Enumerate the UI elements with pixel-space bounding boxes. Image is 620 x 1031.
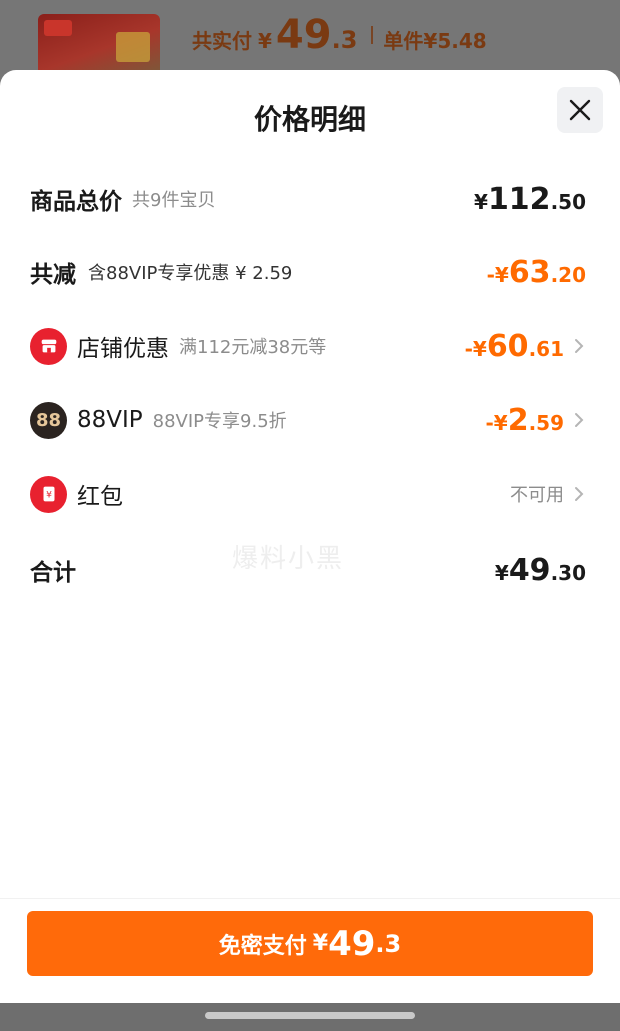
shop-discount-label: 店铺优惠	[77, 336, 169, 362]
footer-divider	[0, 898, 620, 899]
top-price-int: 49	[275, 12, 332, 58]
vip-icon-text: 88	[35, 409, 62, 431]
vip-discount-row[interactable]: 88 88VIP 88VIP专享9.5折 -¥ 2 .59	[30, 398, 586, 442]
close-icon	[569, 99, 591, 121]
top-price-summary: 共实付 ¥ 49 .3 单件 ¥5.48	[192, 12, 487, 58]
total-discount-label: 共减	[30, 262, 76, 288]
top-currency: ¥	[258, 29, 272, 53]
vip-discount-note: 含88VIP专享优惠 ¥ 2.59	[88, 263, 293, 284]
currency: -¥	[464, 336, 487, 361]
amount-int: 49	[508, 552, 551, 588]
red-packet-icon-text: ¥	[46, 490, 52, 501]
vip-label: 88VIP	[77, 407, 143, 433]
chevron-right-icon	[572, 335, 586, 357]
amount-dec: .30	[550, 560, 586, 585]
chevron-right-icon	[572, 409, 586, 431]
amount-dec: .61	[528, 336, 564, 361]
amount-int: 112	[487, 181, 551, 217]
amount-int: 63	[508, 254, 551, 290]
divider	[371, 26, 374, 44]
grand-total-label: 合计	[30, 560, 76, 586]
brand-logo	[44, 20, 72, 36]
unit-label: 单件	[383, 29, 424, 53]
amount-dec: .59	[528, 410, 564, 435]
pay-button-amount-int: 49	[328, 923, 376, 964]
red-packet-icon: ¥	[30, 475, 67, 513]
pay-button-amount-dec: .3	[375, 929, 402, 958]
pay-button-currency: ¥	[312, 931, 329, 956]
currency: -¥	[485, 410, 508, 435]
amount-dec: .20	[550, 262, 586, 287]
vip-discount-amount: -¥ 2 .59	[485, 403, 564, 438]
goods-total-amount: ¥ 112 .50	[474, 182, 586, 217]
red-packet-status: 不可用	[510, 485, 564, 506]
currency: ¥	[494, 560, 509, 585]
amount-dec: .50	[550, 189, 586, 214]
pay-button-label: 免密支付	[218, 933, 307, 959]
grand-total-amount: ¥ 49 .30	[495, 553, 586, 588]
goods-total-label: 商品总价	[30, 189, 122, 215]
grand-total-row: 合计 ¥ 49 .30	[30, 548, 586, 592]
goods-count: 共9件宝贝	[132, 190, 216, 211]
password-free-pay-button[interactable]: 免密支付 ¥ 49 .3	[27, 911, 593, 976]
product-thumbnail	[38, 14, 160, 76]
package-label	[116, 32, 150, 62]
currency: -¥	[486, 262, 509, 287]
currency: ¥	[474, 189, 488, 214]
top-price-dec: .3	[331, 26, 358, 54]
total-paid-label: 共实付	[192, 29, 252, 53]
red-packet-label: 红包	[77, 484, 123, 510]
vip-rule: 88VIP专享9.5折	[152, 411, 287, 432]
goods-total-row: 商品总价 共9件宝贝 ¥ 112 .50	[30, 177, 586, 221]
price-detail-sheet: 价格明细 商品总价 共9件宝贝 ¥ 112 .50 共减 含88VIP专享优惠 …	[0, 70, 620, 1003]
close-button[interactable]	[557, 87, 603, 133]
red-packet-row[interactable]: ¥ 红包 不可用	[30, 472, 586, 516]
shop-discount-row[interactable]: 店铺优惠 满112元减38元等 -¥ 60 .61	[30, 324, 586, 368]
amount-int: 60	[486, 328, 529, 364]
shop-icon	[30, 327, 67, 365]
shop-discount-rule: 满112元减38元等	[179, 337, 327, 358]
sheet-title: 价格明细	[253, 103, 366, 136]
vip-88-icon: 88	[30, 401, 67, 439]
home-indicator[interactable]	[205, 1012, 415, 1019]
shop-discount-amount: -¥ 60 .61	[465, 329, 564, 364]
total-discount-amount: -¥ 63 .20	[487, 255, 586, 290]
chevron-right-icon	[572, 483, 586, 505]
total-discount-row: 共减 含88VIP专享优惠 ¥ 2.59 -¥ 63 .20	[30, 250, 586, 294]
unit-price: ¥5.48	[423, 29, 487, 53]
amount-int: 2	[507, 402, 529, 438]
